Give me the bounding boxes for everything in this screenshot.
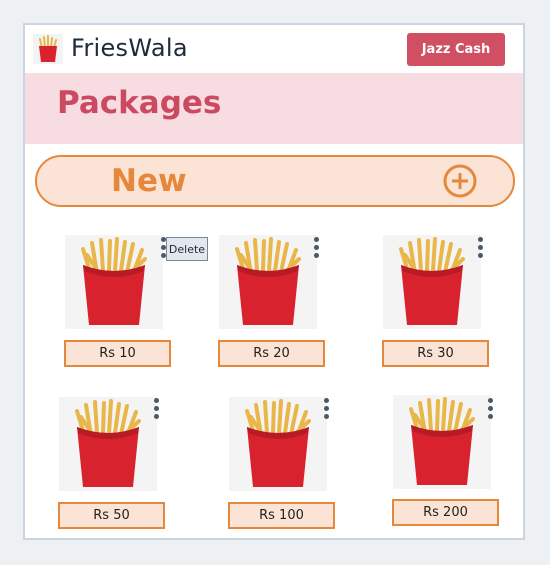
- more-options-icon[interactable]: [312, 237, 320, 263]
- package-price-button[interactable]: Rs 50: [58, 502, 165, 529]
- more-options-icon[interactable]: [152, 398, 160, 424]
- top-bar: FriesWala Jazz Cash: [25, 25, 523, 74]
- package-price-button[interactable]: Rs 30: [382, 340, 489, 367]
- fries-icon: [81, 237, 147, 325]
- package-price-button[interactable]: Rs 20: [218, 340, 325, 367]
- page-title: Packages: [57, 85, 222, 121]
- app-frame: FriesWala Jazz Cash Packages New Delete …: [23, 23, 525, 540]
- new-package-label: New: [111, 163, 187, 199]
- more-options-icon[interactable]: [322, 398, 330, 424]
- app-title: FriesWala: [71, 34, 188, 62]
- fries-icon: [75, 399, 141, 487]
- new-package-button[interactable]: New: [35, 155, 515, 207]
- more-options-icon[interactable]: [476, 237, 484, 263]
- package-image[interactable]: [383, 235, 481, 329]
- package-image[interactable]: [59, 397, 157, 491]
- fries-icon: [245, 399, 311, 487]
- package-price-button[interactable]: Rs 100: [228, 502, 335, 529]
- fries-icon: [399, 237, 465, 325]
- delete-button[interactable]: Delete: [166, 237, 208, 261]
- package-price-button[interactable]: Rs 200: [392, 499, 499, 526]
- package-image[interactable]: [393, 395, 491, 489]
- fries-icon: [235, 237, 301, 325]
- packages-banner: Packages: [25, 73, 523, 144]
- more-options-icon[interactable]: [486, 398, 494, 424]
- jazz-cash-button[interactable]: Jazz Cash: [407, 33, 505, 66]
- package-image[interactable]: [65, 235, 163, 329]
- plus-circle-icon: [443, 164, 477, 198]
- package-price-button[interactable]: Rs 10: [64, 340, 171, 367]
- fries-logo-icon: [33, 34, 63, 64]
- package-image[interactable]: [229, 397, 327, 491]
- fries-icon: [409, 397, 475, 485]
- package-image[interactable]: [219, 235, 317, 329]
